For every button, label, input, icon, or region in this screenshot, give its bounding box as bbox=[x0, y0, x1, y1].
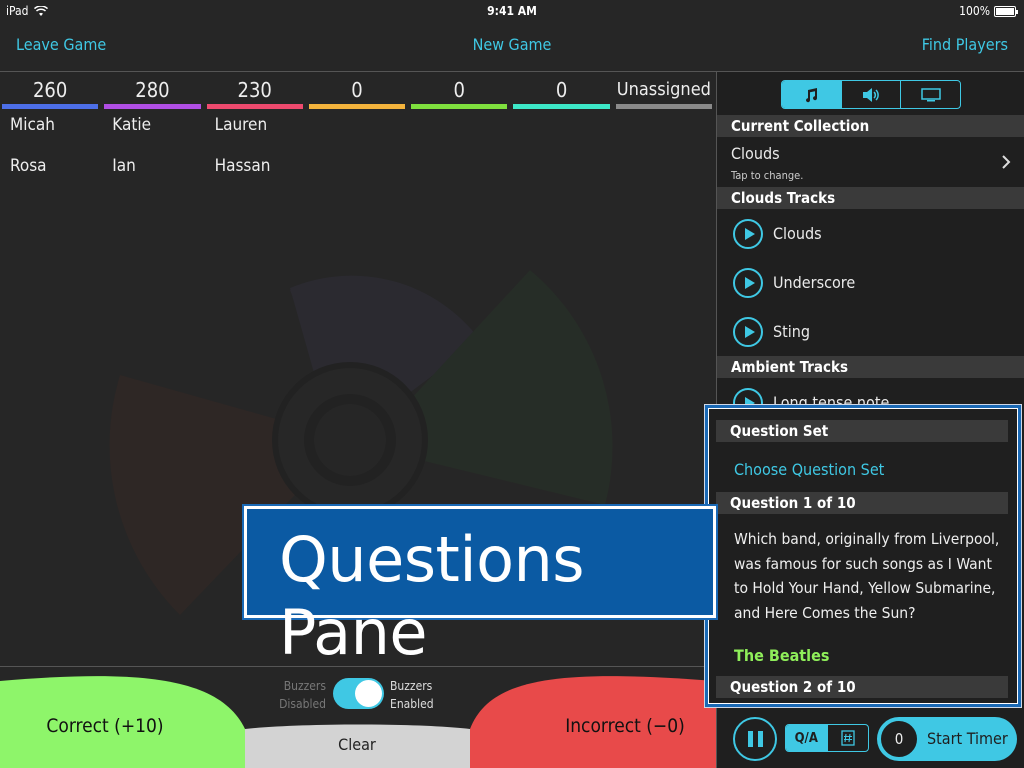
team-column: Unassigned bbox=[614, 72, 716, 212]
leave-game-button[interactable]: Leave Game bbox=[16, 35, 106, 54]
track-row[interactable]: Sting bbox=[717, 307, 1024, 356]
team-score[interactable]: 260 bbox=[0, 72, 100, 104]
speaker-icon bbox=[863, 87, 879, 102]
question-mode-control: Q/A bbox=[785, 724, 869, 752]
status-right: 100% bbox=[959, 4, 1018, 18]
questions-pane: Question Set Choose Question Set Questio… bbox=[705, 405, 1021, 707]
track-name: Sting bbox=[773, 322, 811, 341]
play-icon[interactable] bbox=[733, 316, 763, 347]
choose-question-set-button[interactable]: Choose Question Set bbox=[734, 460, 884, 479]
panel-mode-control bbox=[781, 80, 961, 109]
music-tab[interactable] bbox=[782, 81, 842, 108]
buzzers-enabled-line1: Buzzers bbox=[390, 679, 433, 693]
scoring-bar: Correct (+10) Incorrect (−0) Clear Buzze… bbox=[0, 666, 716, 768]
clear-button[interactable]: Clear bbox=[300, 735, 414, 754]
status-bar: iPad 9:41 AM 100% bbox=[0, 0, 1024, 22]
pause-button[interactable] bbox=[733, 717, 777, 761]
number-tab[interactable] bbox=[828, 725, 869, 751]
collection-name: Clouds bbox=[731, 144, 780, 163]
toggle-knob bbox=[355, 680, 382, 707]
incorrect-button[interactable]: Incorrect (−0) bbox=[530, 715, 720, 737]
team-column: 280 Katie Ian bbox=[102, 72, 204, 212]
buzzers-toggle[interactable] bbox=[333, 678, 384, 709]
player-name[interactable]: Ian bbox=[102, 150, 202, 191]
team-columns: 260 Micah Rosa 280 Katie Ian 230 Lauren Hassan 0 0… bbox=[0, 72, 716, 212]
collection-hint: Tap to change. bbox=[731, 169, 804, 182]
team-column: 0 bbox=[307, 72, 409, 212]
start-timer-button[interactable]: 0 Start Timer bbox=[877, 717, 1017, 761]
sound-tab[interactable] bbox=[842, 81, 902, 108]
nav-bar: New Game Leave Game Find Players bbox=[0, 22, 1024, 72]
team-score[interactable]: 0 bbox=[511, 72, 611, 104]
clouds-tracks-header: Clouds Tracks bbox=[717, 187, 1024, 209]
track-row[interactable]: Underscore bbox=[717, 258, 1024, 307]
player-name[interactable]: Micah bbox=[0, 109, 100, 150]
ambient-tracks-header: Ambient Tracks bbox=[717, 356, 1024, 378]
question-set-header: Question Set bbox=[716, 420, 1008, 442]
buzzers-disabled-label: Buzzers Disabled bbox=[270, 677, 326, 713]
player-name[interactable]: Katie bbox=[102, 109, 202, 150]
track-name: Clouds bbox=[773, 224, 822, 243]
find-players-button[interactable]: Find Players bbox=[922, 35, 1008, 54]
team-color-bar bbox=[308, 104, 406, 109]
track-row[interactable]: Clouds bbox=[717, 209, 1024, 258]
new-game-button[interactable]: New Game bbox=[0, 35, 1024, 54]
player-name[interactable]: Rosa bbox=[0, 150, 100, 191]
question-answer: The Beatles bbox=[734, 646, 830, 665]
team-column: 0 bbox=[409, 72, 511, 212]
correct-button[interactable]: Correct (+10) bbox=[0, 715, 210, 737]
team-color-bar bbox=[615, 104, 712, 109]
team-color-bar bbox=[411, 104, 508, 109]
status-time: 9:41 AM bbox=[487, 4, 537, 18]
buzzers-disabled-line1: Buzzers bbox=[283, 679, 326, 693]
question-text: Which band, originally from Liverpool, w… bbox=[734, 530, 1000, 622]
team-column: 230 Lauren Hassan bbox=[205, 72, 307, 212]
play-icon[interactable] bbox=[733, 267, 763, 298]
monitor-icon bbox=[920, 87, 941, 101]
timer-count: 0 bbox=[879, 719, 919, 759]
team-column: 0 bbox=[511, 72, 613, 212]
battery-percent: 100% bbox=[959, 4, 990, 18]
buzzers-enabled-label: Buzzers Enabled bbox=[390, 677, 446, 713]
questions-pane-callout: Questions Pane bbox=[244, 506, 716, 669]
team-score[interactable]: 0 bbox=[307, 72, 407, 104]
buzzers-disabled-line2: Disabled bbox=[279, 697, 326, 711]
collection-row[interactable]: Clouds Tap to change. bbox=[717, 138, 1024, 186]
player-name[interactable]: Hassan bbox=[205, 150, 305, 191]
pause-icon bbox=[747, 731, 753, 747]
player-name[interactable]: Lauren bbox=[205, 109, 305, 150]
question-2-header: Question 2 of 10 bbox=[716, 676, 1008, 698]
qa-tab[interactable]: Q/A bbox=[786, 725, 828, 751]
team-score[interactable]: 280 bbox=[102, 72, 202, 104]
callout-text: Questions Pane bbox=[279, 523, 585, 669]
start-timer-label: Start Timer bbox=[927, 729, 1008, 748]
track-name: Underscore bbox=[773, 273, 856, 292]
team-score[interactable]: 0 bbox=[409, 72, 509, 104]
team-color-bar bbox=[513, 104, 610, 109]
display-tab[interactable] bbox=[901, 81, 960, 108]
buzzers-enabled-line2: Enabled bbox=[390, 697, 434, 711]
team-score[interactable]: Unassigned bbox=[614, 72, 714, 104]
chevron-right-icon bbox=[1002, 155, 1011, 169]
numbered-card-icon bbox=[841, 730, 855, 746]
music-note-icon bbox=[806, 87, 818, 102]
battery-icon bbox=[994, 5, 1018, 17]
play-icon[interactable] bbox=[733, 218, 763, 249]
team-score[interactable]: 230 bbox=[205, 72, 305, 104]
question-1-header: Question 1 of 10 bbox=[716, 492, 1008, 514]
team-column: 260 Micah Rosa bbox=[0, 72, 102, 212]
current-collection-header: Current Collection bbox=[717, 115, 1024, 137]
